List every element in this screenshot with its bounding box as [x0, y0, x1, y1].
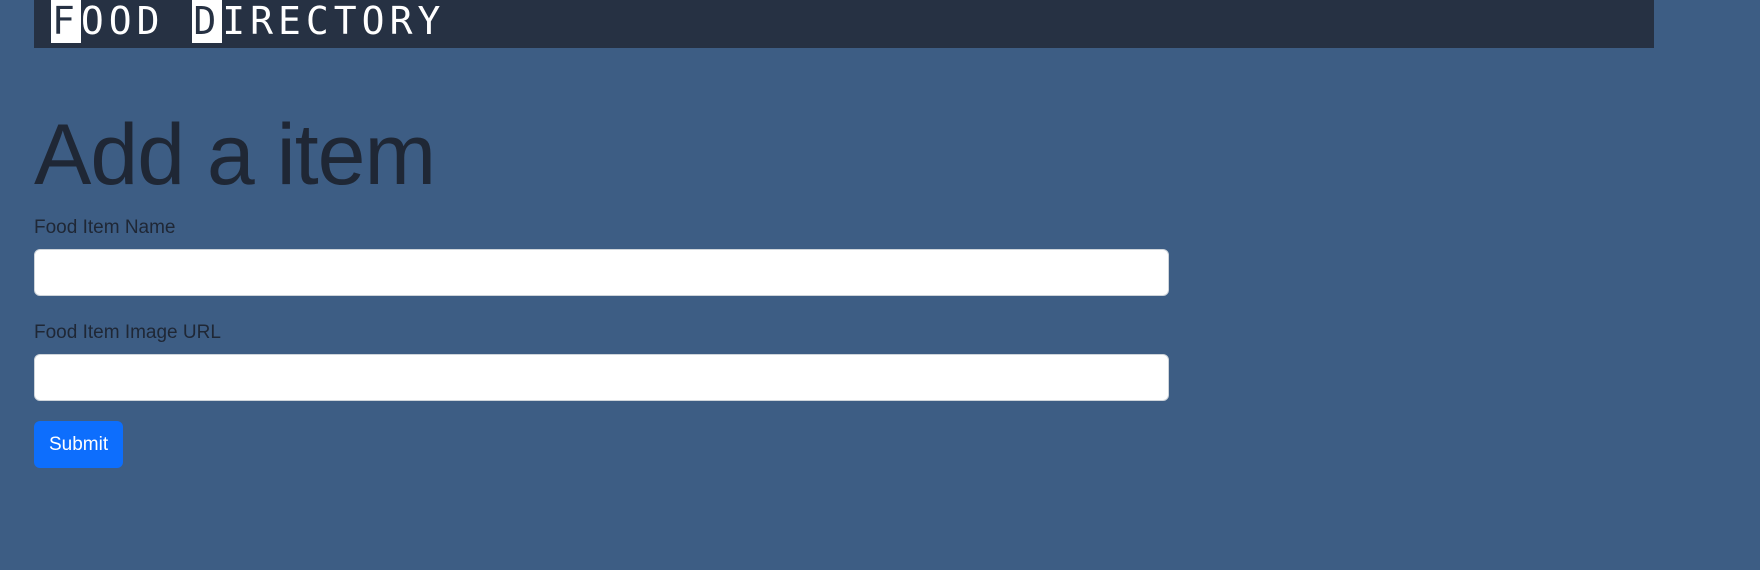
food-item-image-url-input[interactable] [34, 354, 1169, 401]
brand-text-irectory: IRECTORY [222, 0, 446, 43]
food-item-name-label: Food Item Name [34, 217, 176, 238]
brand-link[interactable]: FOOD DIRECTORY [51, 0, 446, 43]
submit-button[interactable]: Submit [34, 421, 124, 468]
food-item-name-input[interactable] [34, 249, 1169, 296]
page-title: Add a item [34, 107, 436, 203]
brand-letter-f: F [51, 0, 81, 43]
main-content: Add a item Food Item Name Food Item Imag… [34, 112, 1169, 468]
navbar: FOOD DIRECTORY [34, 0, 1654, 48]
food-item-image-url-label: Food Item Image URL [34, 322, 221, 343]
brand-letter-d: D [192, 0, 223, 43]
brand-text-ood: OOD [80, 0, 193, 43]
add-item-form: Food Item Name Food Item Image URL Submi… [34, 218, 1169, 468]
